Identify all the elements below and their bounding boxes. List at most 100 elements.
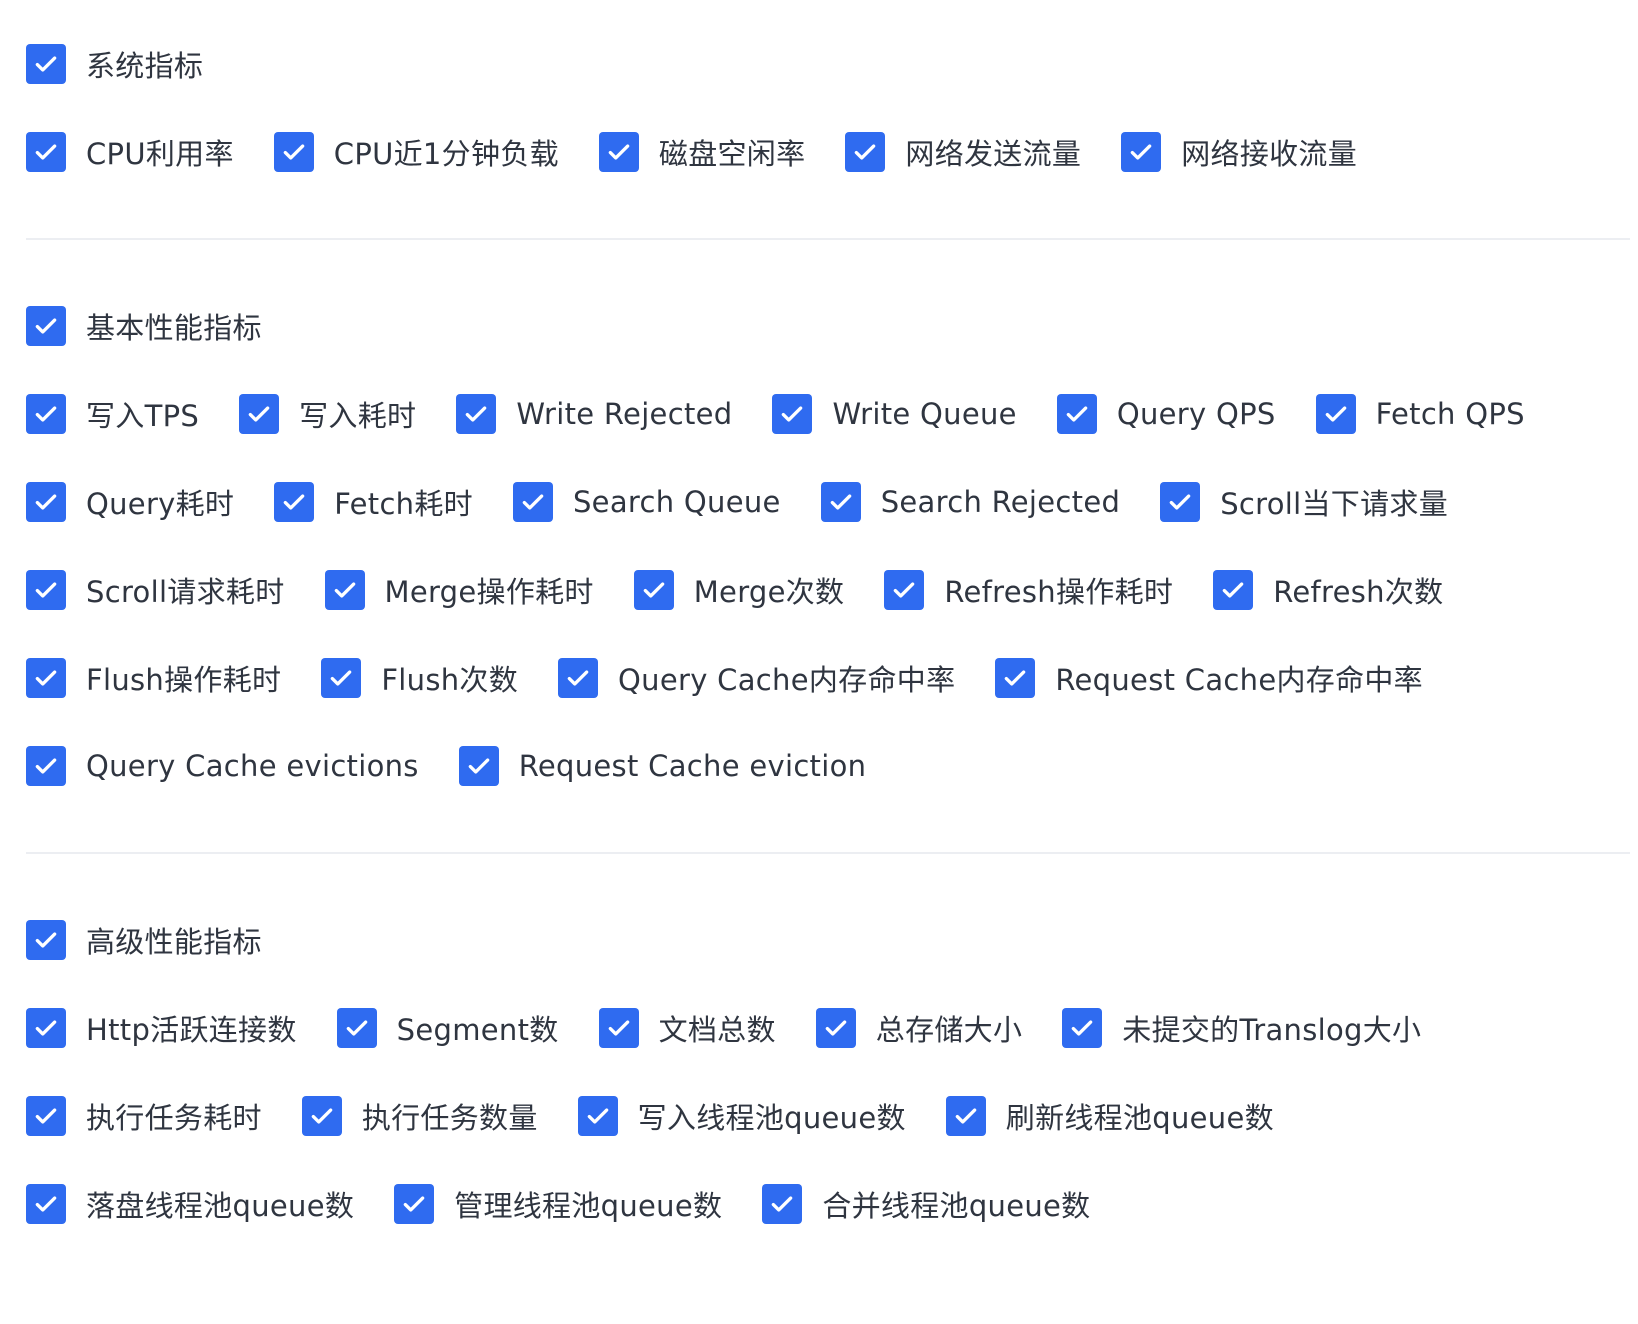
- metric-checkbox[interactable]: Fetch耗时: [274, 481, 473, 523]
- checkbox-checked-icon[interactable]: [577, 1096, 618, 1136]
- checkbox-checked-icon[interactable]: [26, 570, 66, 610]
- metric-checkbox[interactable]: Write Rejected: [456, 394, 732, 434]
- checkbox-checked-icon[interactable]: [26, 746, 66, 786]
- metric-checkbox[interactable]: Search Queue: [512, 482, 781, 522]
- checkbox-checked-icon[interactable]: [1062, 1008, 1103, 1048]
- metric-label: Query Cache evictions: [86, 749, 419, 783]
- metric-checkbox[interactable]: Refresh操作耗时: [884, 569, 1173, 611]
- metric-checkbox[interactable]: 磁盘空闲率: [598, 131, 806, 173]
- checkbox-checked-icon[interactable]: [884, 570, 925, 610]
- metric-checkbox[interactable]: Write Queue: [772, 394, 1017, 434]
- metric-checkbox[interactable]: 合并线程池queue数: [762, 1183, 1090, 1225]
- metric-checkbox[interactable]: CPU利用率: [26, 131, 234, 173]
- checkbox-checked-icon[interactable]: [301, 1096, 342, 1136]
- checkbox-checked-icon[interactable]: [26, 1096, 66, 1136]
- metric-checkbox[interactable]: 写入TPS: [26, 393, 199, 435]
- metric-label: Query Cache内存命中率: [618, 663, 956, 697]
- metric-checkbox[interactable]: Query QPS: [1056, 394, 1276, 434]
- checkbox-checked-icon[interactable]: [1160, 482, 1201, 522]
- checkbox-checked-icon[interactable]: [321, 658, 362, 698]
- checkbox-checked-icon[interactable]: [26, 1184, 66, 1224]
- metric-checkbox[interactable]: 执行任务数量: [301, 1095, 538, 1137]
- checkbox-checked-icon[interactable]: [598, 132, 639, 172]
- metric-checkbox[interactable]: 刷新线程池queue数: [945, 1095, 1274, 1137]
- metric-checkbox[interactable]: Segment数: [336, 1007, 559, 1049]
- checkbox-row: CPU利用率 CPU近1分钟负载 磁盘空闲率 网络发送流量 网络接收流量: [26, 108, 1630, 196]
- checkbox-checked-icon[interactable]: [239, 394, 280, 434]
- group-checkbox-basic[interactable]: 基本性能指标: [26, 305, 262, 347]
- metric-checkbox[interactable]: Query耗时: [26, 481, 234, 523]
- checkbox-checked-icon[interactable]: [26, 1008, 66, 1048]
- checkbox-checked-icon[interactable]: [772, 394, 813, 434]
- metric-checkbox[interactable]: 管理线程池queue数: [394, 1183, 722, 1225]
- checkbox-checked-icon[interactable]: [336, 1008, 377, 1048]
- checkbox-checked-icon[interactable]: [845, 132, 886, 172]
- checkbox-checked-icon[interactable]: [995, 658, 1036, 698]
- metric-checkbox[interactable]: CPU近1分钟负载: [273, 131, 559, 173]
- metric-checkbox[interactable]: Flush操作耗时: [26, 657, 281, 699]
- checkbox-checked-icon[interactable]: [458, 746, 499, 786]
- metric-checkbox[interactable]: 网络接收流量: [1121, 131, 1357, 173]
- group-checkbox-advanced[interactable]: 高级性能指标: [26, 919, 262, 961]
- metric-checkbox[interactable]: Merge操作耗时: [324, 569, 594, 611]
- checkbox-checked-icon[interactable]: [815, 1008, 856, 1048]
- metric-checkbox[interactable]: Http活跃连接数: [26, 1007, 297, 1049]
- metric-checkbox[interactable]: Request Cache eviction: [458, 746, 867, 786]
- metric-checkbox[interactable]: 落盘线程池queue数: [26, 1183, 354, 1225]
- checkbox-checked-icon[interactable]: [1315, 394, 1356, 434]
- metric-checkbox[interactable]: Request Cache内存命中率: [995, 657, 1423, 699]
- metric-label: Write Rejected: [516, 397, 733, 431]
- checkbox-checked-icon[interactable]: [512, 482, 553, 522]
- checkbox-checked-icon[interactable]: [324, 570, 365, 610]
- metric-checkbox[interactable]: Query Cache evictions: [26, 746, 419, 786]
- checkbox-checked-icon[interactable]: [26, 658, 66, 698]
- checkbox-checked-icon[interactable]: [26, 132, 66, 172]
- metric-checkbox[interactable]: 写入线程池queue数: [577, 1095, 906, 1137]
- metric-label: 未提交的Translog大小: [1122, 1013, 1422, 1047]
- checkbox-checked-icon[interactable]: [26, 920, 66, 960]
- checkbox-checked-icon[interactable]: [394, 1184, 435, 1224]
- checkbox-checked-icon[interactable]: [26, 394, 66, 434]
- metric-checkbox[interactable]: 写入耗时: [239, 393, 416, 435]
- metric-checkbox[interactable]: Search Rejected: [820, 482, 1121, 522]
- checkbox-checked-icon[interactable]: [820, 482, 861, 522]
- checkbox-checked-icon[interactable]: [945, 1096, 986, 1136]
- checkbox-checked-icon[interactable]: [1056, 394, 1097, 434]
- checkbox-checked-icon[interactable]: [598, 1008, 639, 1048]
- metric-checkbox[interactable]: Scroll当下请求量: [1160, 481, 1448, 523]
- metric-checkbox[interactable]: 执行任务耗时: [26, 1095, 262, 1137]
- metric-label: CPU利用率: [86, 137, 234, 171]
- metric-label: Refresh操作耗时: [944, 575, 1174, 609]
- metric-checkbox[interactable]: Fetch QPS: [1315, 394, 1525, 434]
- checkbox-checked-icon[interactable]: [456, 394, 497, 434]
- checkbox-checked-icon[interactable]: [26, 44, 66, 84]
- metric-checkbox[interactable]: 文档总数: [598, 1007, 776, 1049]
- group-checkbox-system[interactable]: 系统指标: [26, 43, 203, 85]
- group-title: 系统指标: [86, 49, 204, 83]
- metric-checkbox[interactable]: 总存储大小: [815, 1007, 1023, 1049]
- metric-checkbox[interactable]: Query Cache内存命中率: [558, 657, 955, 699]
- metric-checkbox[interactable]: Scroll请求耗时: [26, 569, 285, 611]
- checkbox-checked-icon[interactable]: [762, 1184, 803, 1224]
- metric-checkbox[interactable]: 网络发送流量: [845, 131, 1081, 173]
- metric-checkbox[interactable]: Flush次数: [321, 657, 518, 699]
- metric-label: Http活跃连接数: [86, 1013, 297, 1047]
- checkbox-checked-icon[interactable]: [1121, 132, 1162, 172]
- checkbox-checked-icon[interactable]: [273, 132, 314, 172]
- checkbox-checked-icon[interactable]: [26, 306, 66, 346]
- group-system-metrics: 系统指标 CPU利用率 CPU近1分钟负载 磁盘空闲率 网络发送流量 网络接收流…: [26, 20, 1630, 196]
- metric-label: 刷新线程池queue数: [1005, 1101, 1274, 1135]
- checkbox-checked-icon[interactable]: [633, 570, 674, 610]
- metric-checkbox[interactable]: 未提交的Translog大小: [1062, 1007, 1421, 1049]
- group-header: 高级性能指标: [26, 896, 1630, 984]
- metric-label: CPU近1分钟负载: [333, 137, 559, 171]
- metric-label: 写入TPS: [86, 399, 200, 433]
- checkbox-checked-icon[interactable]: [1213, 570, 1254, 610]
- checkbox-checked-icon[interactable]: [26, 482, 66, 522]
- checkbox-row: Query Cache evictions Request Cache evic…: [26, 722, 1630, 810]
- section-divider: [26, 238, 1630, 240]
- metric-checkbox[interactable]: Merge次数: [633, 569, 845, 611]
- metric-checkbox[interactable]: Refresh次数: [1213, 569, 1443, 611]
- checkbox-checked-icon[interactable]: [558, 658, 599, 698]
- checkbox-checked-icon[interactable]: [274, 482, 315, 522]
